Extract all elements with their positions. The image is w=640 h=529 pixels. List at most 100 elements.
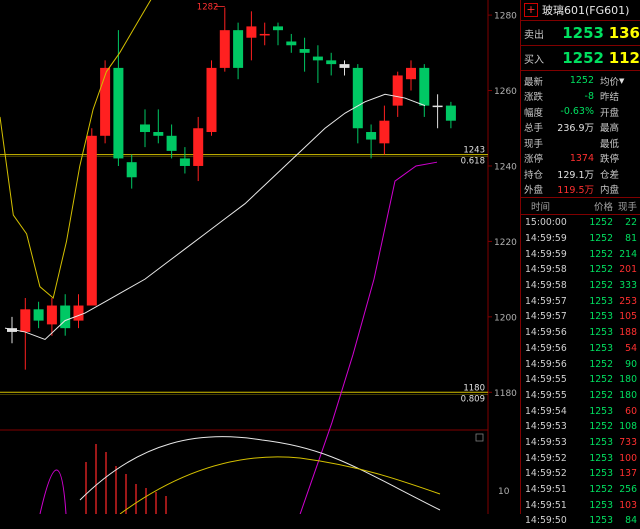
trade-price: 1252 (589, 484, 613, 496)
trade-volume: 180 (619, 374, 637, 386)
ask-volume: 136 (608, 24, 640, 42)
trade-price: 1253 (589, 405, 613, 417)
trade-row[interactable]: 14:59:53 1252 108 (521, 419, 640, 435)
trade-row[interactable]: 14:59:56 1253 188 (521, 325, 640, 341)
contract-title: 玻璃601(FG601) (542, 4, 630, 17)
y-tick-label: 1260 (494, 87, 517, 97)
stat-row: 持仓 129.1万 仓差 (521, 166, 640, 182)
stat-label-2: 内盘 (600, 185, 620, 197)
candle-body (33, 309, 44, 321)
candle-body (233, 30, 244, 68)
candle-body (445, 105, 456, 121)
ask-price: 1253 (562, 24, 604, 42)
trade-row[interactable]: 14:59:56 1252 90 (521, 356, 640, 372)
trade-list[interactable]: 15:00:00 1252 22 14:59:59 1252 81 14:59:59 1252… (521, 215, 640, 529)
candle-body (100, 67, 111, 136)
trade-price: 1252 (589, 389, 613, 401)
stat-label: 持仓 (524, 169, 544, 181)
add-watchlist-icon[interactable]: + (524, 3, 538, 17)
stat-label-2: 开盘 (600, 107, 620, 119)
candle-body (126, 162, 137, 178)
bid-row[interactable]: 买入 1252 112 (521, 46, 640, 71)
stat-label-2: 仓差 (600, 169, 620, 181)
stat-label-2: 最高 (600, 123, 620, 135)
trade-row[interactable]: 14:59:53 1253 733 (521, 435, 640, 451)
candle-body (206, 67, 217, 133)
trade-price: 1252 (589, 248, 613, 260)
stat-label: 幅度 (524, 107, 544, 119)
stat-value: -8 (584, 90, 594, 102)
trade-price: 1252 (589, 217, 613, 229)
candle-body (193, 128, 204, 166)
trade-volume: 214 (619, 248, 637, 260)
bid-volume: 112 (608, 49, 640, 67)
trade-volume: 103 (619, 499, 637, 511)
trade-row[interactable]: 14:59:52 1253 100 (521, 450, 640, 466)
trade-price: 1253 (589, 515, 613, 527)
trade-time: 14:59:54 (525, 405, 567, 417)
trade-volume: 137 (619, 468, 637, 480)
candle-body (379, 120, 390, 144)
stat-row: 现手 最低 (521, 135, 640, 151)
trade-row[interactable]: 14:59:59 1252 81 (521, 231, 640, 247)
trade-row[interactable]: 15:00:00 1252 22 (521, 215, 640, 231)
kline-chart-area[interactable]: 1280 1260 1240 1220 1200 1180 1243 0.618 1180 0.8… (0, 0, 520, 514)
trade-row[interactable]: 14:59:50 1253 84 (521, 513, 640, 529)
trade-row[interactable]: 14:59:51 1252 256 (521, 482, 640, 498)
stat-label: 最新 (524, 76, 544, 88)
candle-body (113, 67, 124, 159)
trade-time: 14:59:57 (525, 295, 567, 307)
trade-row[interactable]: 14:59:57 1253 105 (521, 309, 640, 325)
trade-time: 14:59:57 (525, 311, 567, 323)
trade-row[interactable]: 14:59:58 1252 201 (521, 262, 640, 278)
ma-magenta-line (299, 161, 438, 514)
stat-label-2: 均价 (600, 76, 620, 88)
trade-row[interactable]: 14:59:54 1253 60 (521, 403, 640, 419)
candle-body (46, 305, 57, 325)
dropdown-triangle-icon[interactable]: ▼ (619, 77, 624, 85)
quote-stats: 最新 1252 均价 ▼ 涨跌 -8 昨结 幅度 -0.63% 开盘 总手 236.9万 最高 现手 最低… (521, 71, 640, 198)
trade-row[interactable]: 14:59:51 1253 103 (521, 497, 640, 513)
panel-header: + 玻璃601(FG601) (521, 0, 640, 21)
trade-row[interactable]: 14:59:52 1253 137 (521, 466, 640, 482)
stat-row: 幅度 -0.63% 开盘 (521, 104, 640, 120)
trade-volume: 60 (625, 405, 637, 417)
trade-price: 1253 (589, 295, 613, 307)
trade-row[interactable]: 14:59:55 1252 180 (521, 372, 640, 388)
stat-value: 129.1万 (557, 169, 594, 181)
sub-white-line (79, 436, 441, 511)
trade-time: 14:59:56 (525, 358, 567, 370)
trade-price: 1253 (589, 468, 613, 480)
ask-row[interactable]: 卖出 1253 136 (521, 21, 640, 46)
stat-value: -0.63% (560, 106, 594, 118)
candle-body (219, 30, 230, 68)
candle-body (153, 132, 164, 136)
trade-row[interactable]: 14:59:56 1253 54 (521, 341, 640, 357)
stat-row: 外盘 119.5万 内盘 (521, 182, 640, 198)
trade-row[interactable]: 14:59:59 1252 214 (521, 246, 640, 262)
y-tick-label: 1180 (494, 389, 517, 399)
trade-price: 1253 (589, 436, 613, 448)
y-tick-label: 1280 (494, 12, 517, 22)
col-price: 价格 (593, 202, 613, 213)
trade-row[interactable]: 14:59:58 1252 333 (521, 278, 640, 294)
candle-body (259, 33, 270, 36)
trade-row[interactable]: 14:59:57 1253 253 (521, 293, 640, 309)
trade-volume: 81 (625, 233, 637, 245)
y-tick-label: 1200 (494, 313, 517, 323)
stat-label: 现手 (524, 138, 544, 150)
candle-body (299, 49, 310, 53)
candle-body (20, 309, 31, 332)
kline-chart[interactable]: 12801260124012201200118012430.61811800.8… (0, 0, 520, 514)
trade-row[interactable]: 14:59:55 1252 180 (521, 388, 640, 404)
trade-volume: 22 (625, 217, 637, 229)
trade-volume: 105 (619, 311, 637, 323)
trade-volume: 108 (619, 421, 637, 433)
candle-body (432, 105, 443, 108)
stat-value: 1374 (569, 152, 594, 164)
trade-price: 1252 (589, 280, 613, 292)
trade-volume: 253 (619, 295, 637, 307)
stat-label-2: 最低 (600, 138, 620, 150)
candle-body (246, 26, 257, 38)
stat-value: 1252 (569, 75, 594, 87)
